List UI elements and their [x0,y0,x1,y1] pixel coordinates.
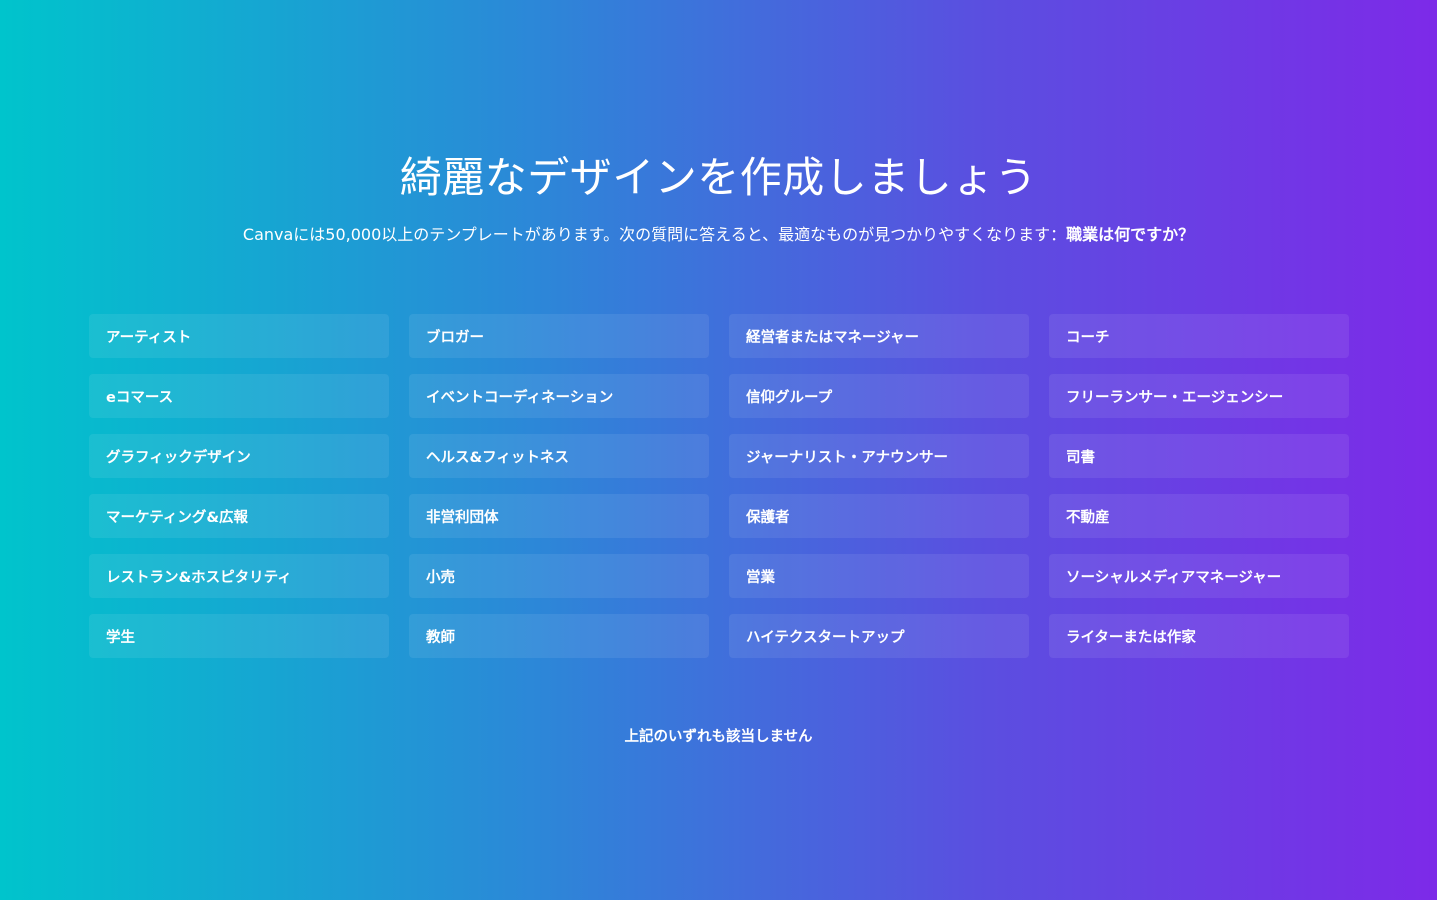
page-title: 綺麗なデザインを作成しましょう [399,153,1038,202]
occupation-option-business-owner[interactable]: 経営者またはマネージャー [729,314,1029,358]
occupation-option-real-estate[interactable]: 不動産 [1049,494,1349,538]
occupation-option-freelancer-agency[interactable]: フリーランサー・エージェンシー [1049,374,1349,418]
occupation-option-coach[interactable]: コーチ [1049,314,1349,358]
occupation-option-faith-group[interactable]: 信仰グループ [729,374,1029,418]
occupation-option-teacher[interactable]: 教師 [409,614,709,658]
occupation-option-retail[interactable]: 小売 [409,554,709,598]
occupation-option-event-coordination[interactable]: イベントコーディネーション [409,374,709,418]
occupation-option-marketing-pr[interactable]: マーケティング&広報 [89,494,389,538]
occupation-option-social-media-manager[interactable]: ソーシャルメディアマネージャー [1049,554,1349,598]
none-of-the-above-link[interactable]: 上記のいずれも該当しません [0,726,1437,748]
onboarding-screen: 綺麗なデザインを作成しましょう Canvaには50,000以上のテンプレートがあ… [0,0,1437,900]
occupation-option-librarian[interactable]: 司書 [1049,434,1349,478]
occupation-option-tech-startup[interactable]: ハイテクスタートアップ [729,614,1029,658]
subtitle-text: Canvaには50,000以上のテンプレートがあります。次の質問に答えると、最適… [242,225,1067,244]
occupation-option-restaurant-hospitality[interactable]: レストラン&ホスピタリティ [89,554,389,598]
occupation-option-ecommerce[interactable]: eコマース [89,374,389,418]
occupation-option-blogger[interactable]: ブロガー [409,314,709,358]
occupation-option-graphic-design[interactable]: グラフィックデザイン [89,434,389,478]
occupation-question: 職業は何ですか？ [1066,225,1195,244]
occupation-option-journalist[interactable]: ジャーナリスト・アナウンサー [729,434,1029,478]
occupation-option-writer[interactable]: ライターまたは作家 [1049,614,1349,658]
occupation-grid: アーティスト ブロガー 経営者またはマネージャー コーチ eコマース イベントコ… [89,314,1349,658]
occupation-option-student[interactable]: 学生 [89,614,389,658]
occupation-option-health-fitness[interactable]: ヘルス&フィットネス [409,434,709,478]
occupation-option-artist[interactable]: アーティスト [89,314,389,358]
occupation-option-parent[interactable]: 保護者 [729,494,1029,538]
occupation-option-nonprofit[interactable]: 非営利団体 [409,494,709,538]
page-subtitle: Canvaには50,000以上のテンプレートがあります。次の質問に答えると、最適… [0,224,1437,246]
occupation-option-sales[interactable]: 営業 [729,554,1029,598]
